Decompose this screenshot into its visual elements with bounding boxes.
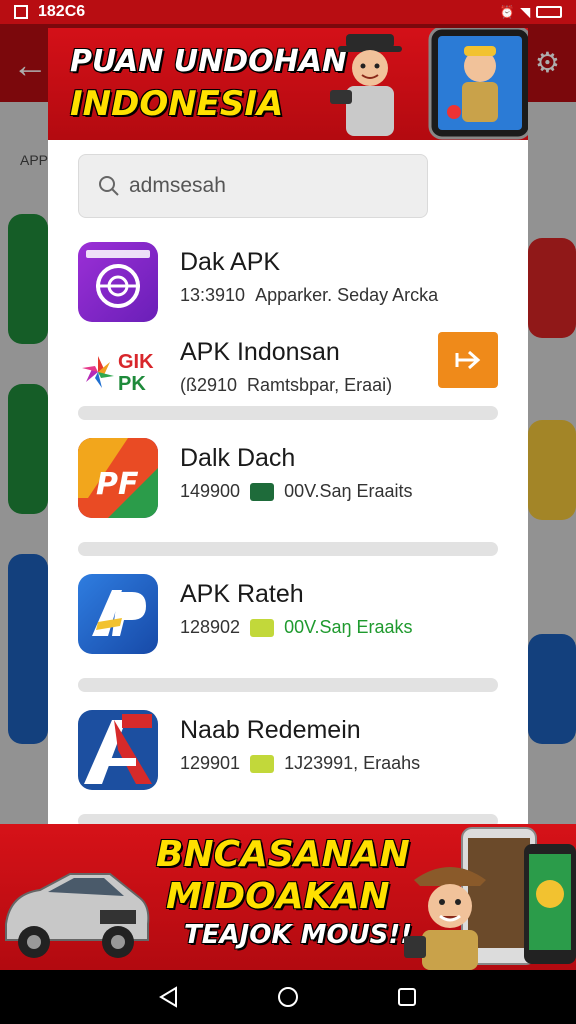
bottom-banner-line3: TEAJOK MOUS!! <box>184 920 413 950</box>
bottom-banner-line2: MIDOAKAN <box>166 876 390 917</box>
pf-logo-icon: PF <box>78 438 158 518</box>
app-name: Dalk Dach <box>180 444 296 472</box>
status-bar: 182C6 ⏰ ◥ <box>0 0 576 24</box>
car-illustration <box>5 873 150 958</box>
status-time: 182C6 <box>38 3 86 20</box>
app-number: (ß2910 <box>180 375 238 395</box>
app-meta: 129901 1J23991, Eraahs <box>180 753 420 774</box>
wifi-icon: ◥ <box>520 5 530 19</box>
app-details: 1J23991, Eraahs <box>284 753 421 773</box>
list-item[interactable]: Dak APK 13:3910 Apparker. Seday Arcka <box>78 242 498 326</box>
app-name: APK Indonsan <box>180 338 340 366</box>
app-badge-icon <box>250 618 275 637</box>
open-app-button[interactable] <box>438 332 498 388</box>
app-name: Naab Redemein <box>180 716 361 744</box>
top-banner-line2: INDONESIA <box>70 84 284 124</box>
battery-icon <box>536 6 562 18</box>
app-badge-icon <box>250 482 275 501</box>
app-number: 149900 <box>180 481 241 501</box>
app-meta: 13:3910 Apparker. Seday Arcka <box>180 285 438 306</box>
app-name: Dak APK <box>180 248 281 276</box>
phone-illustration <box>428 28 528 140</box>
app-details: Ramtsbpar, Eraai) <box>247 375 393 395</box>
recents-button[interactable] <box>387 977 427 1017</box>
svg-text:GIK: GIK <box>118 351 154 373</box>
cartoon-man-illustration <box>404 867 486 970</box>
home-button[interactable] <box>268 977 308 1017</box>
app-name: APK Rateh <box>180 580 304 608</box>
top-ad-banner[interactable]: PUAN UNDOHAN INDONESIA <box>48 28 528 140</box>
top-banner-line1: PUAN UNDOHAN <box>70 44 348 79</box>
list-item[interactable]: GIK PK APK Indonsan (ß2910 Ramtsbpar, Er… <box>78 332 498 416</box>
home-circle-icon <box>277 987 298 1007</box>
notification-icon <box>14 5 28 19</box>
app-meta: 149900 00V.Saŋ Eraaits <box>180 481 413 502</box>
svg-text:PK: PK <box>118 373 146 395</box>
search-icon <box>99 176 119 196</box>
list-item[interactable]: Naab Redemein 129901 1J23991, Eraahs <box>78 710 498 794</box>
app-number: 129901 <box>180 753 241 773</box>
back-triangle-icon <box>159 986 178 1008</box>
gik-pk-logo-icon: GIK PK <box>78 332 158 412</box>
app-badge-icon <box>250 754 275 773</box>
arrow-right-icon <box>455 350 481 370</box>
divider <box>78 542 498 556</box>
a-logo-icon <box>78 710 158 790</box>
recents-square-icon <box>397 988 416 1006</box>
bottom-ad-banner[interactable]: BNCASANAN MIDOAKAN TEAJOK MOUS!! <box>0 824 576 970</box>
app-number: 128902 <box>180 617 241 637</box>
divider <box>78 814 498 824</box>
svg-text:PF: PF <box>96 467 139 502</box>
app-details: Apparker. Seday Arcka <box>255 285 439 305</box>
divider <box>78 678 498 692</box>
list-item[interactable]: APK Rateh 128902 00V.Saŋ Eraaks <box>78 574 498 658</box>
app-number: 13:3910 <box>180 285 246 305</box>
app-details: 00V.Saŋ Eraaits <box>284 481 413 501</box>
alarm-icon: ⏰ <box>499 5 515 19</box>
back-button[interactable] <box>149 977 189 1017</box>
list-item[interactable]: PF Dalk Dach 149900 00V.Saŋ Eraaits <box>78 438 498 522</box>
divider <box>78 406 498 420</box>
ap-logo-icon <box>78 574 158 654</box>
app-search-modal: PUAN UNDOHAN INDONESIA admsesah Dak APK … <box>48 28 528 824</box>
app-details: 00V.Saŋ Eraaks <box>284 617 413 637</box>
cartoon-man-illustration <box>330 34 402 136</box>
search-input[interactable] <box>129 174 409 198</box>
target-logo-icon <box>78 242 158 322</box>
search-bar[interactable] <box>78 154 428 218</box>
app-meta: (ß2910 Ramtsbpar, Eraai) <box>180 375 392 396</box>
bottom-banner-line1: BNCASANAN <box>156 834 410 875</box>
app-meta: 128902 00V.Saŋ Eraaks <box>180 617 413 638</box>
navigation-bar <box>0 970 576 1024</box>
